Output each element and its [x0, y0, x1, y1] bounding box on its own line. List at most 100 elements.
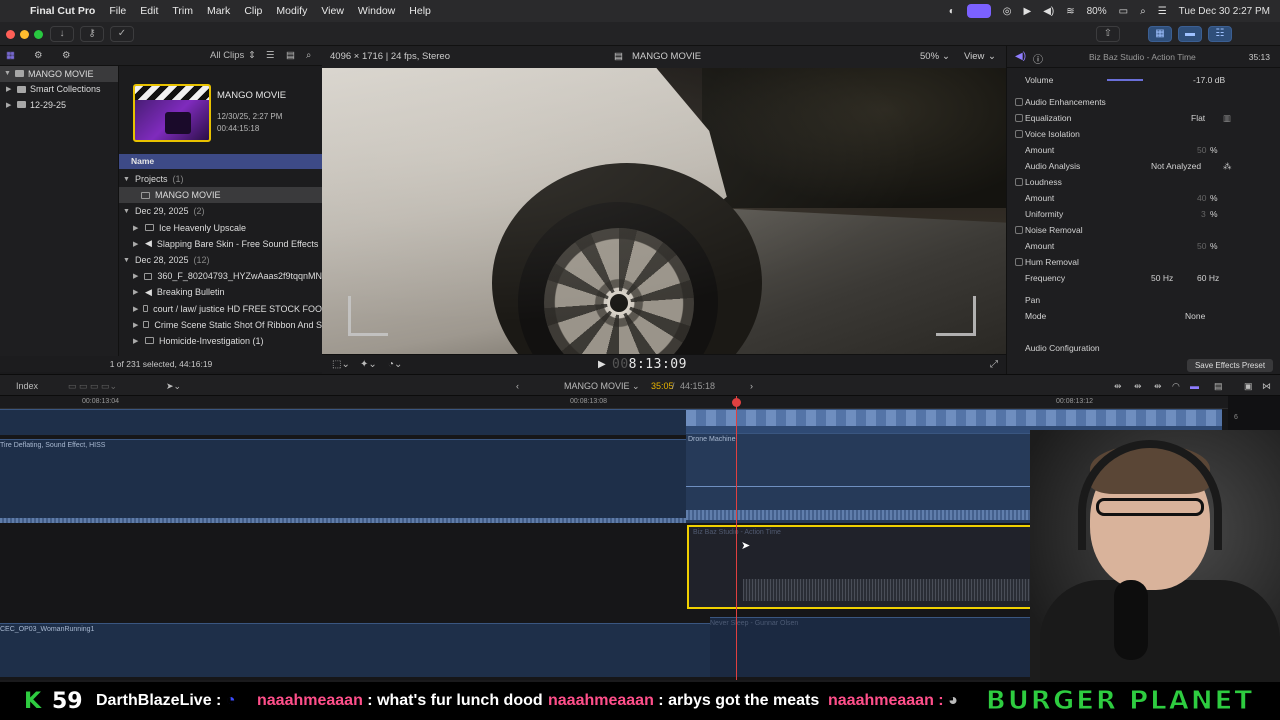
- zoom-chevron-icon[interactable]: ⌄: [942, 51, 950, 62]
- list-item[interactable]: ▶ 360_F_80204793_HYZwAaas2f9tqqnMN: [119, 268, 322, 284]
- snapping-icon[interactable]: ▬: [1190, 381, 1199, 391]
- group-dec-29[interactable]: ▼ Dec 29, 2025 (2): [119, 203, 322, 219]
- loudness-amount-value[interactable]: 40: [1197, 193, 1206, 203]
- disclosure-open-icon[interactable]: ▼: [4, 70, 11, 77]
- noise-amount-value[interactable]: 50: [1197, 241, 1206, 251]
- volume-icon[interactable]: ◀): [1043, 6, 1054, 17]
- titles-icon[interactable]: ⚙: [62, 50, 71, 61]
- timecode-display[interactable]: 008:13:09: [612, 357, 687, 372]
- transform-icon[interactable]: ⬚⌄: [332, 359, 350, 370]
- disclosure-closed-icon[interactable]: ▶: [133, 272, 139, 280]
- magic-wand-icon[interactable]: ⁂: [1223, 161, 1232, 172]
- select-tool-icon[interactable]: ➤⌄: [166, 381, 181, 392]
- project-chevron-icon[interactable]: ⌄: [632, 381, 640, 392]
- effects-browser-icon[interactable]: ▣: [1244, 381, 1253, 392]
- disclosure-open-icon[interactable]: ▼: [123, 176, 130, 183]
- timeline-index-button[interactable]: Index: [16, 381, 38, 391]
- disclosure-closed-icon[interactable]: ▶: [133, 240, 140, 248]
- menu-file[interactable]: File: [109, 5, 126, 17]
- disclosure-open-icon[interactable]: ▼: [123, 257, 130, 264]
- disclosure-closed-icon[interactable]: ▶: [133, 305, 138, 313]
- battery-icon[interactable]: ▭: [1119, 6, 1128, 17]
- timeline-layout-button[interactable]: ▬: [1178, 26, 1202, 42]
- list-item[interactable]: ▶ ◀ Breaking Bulletin: [119, 284, 322, 300]
- timeline-ruler[interactable]: 00:08:13:04 00:08:13:08 00:08:13:12: [0, 396, 1228, 409]
- list-item[interactable]: ▶ Crime Scene Static Shot Of Ribbon And …: [119, 317, 322, 333]
- solo-icon[interactable]: ⇹: [1154, 381, 1162, 392]
- screen-record-icon[interactable]: ◐: [949, 6, 955, 17]
- hum-removal-checkbox[interactable]: [1015, 258, 1023, 266]
- freq-50-radio[interactable]: 50 Hz: [1151, 273, 1173, 283]
- view-chevron-icon[interactable]: ⌄: [988, 51, 996, 62]
- zoom-window-button[interactable]: [34, 30, 43, 39]
- edit-tools-icons[interactable]: ▭ ▭ ▭ ▭⌄: [68, 381, 117, 392]
- close-window-button[interactable]: [6, 30, 15, 39]
- disclosure-closed-icon[interactable]: ▶: [133, 224, 140, 232]
- volume-slider[interactable]: [1107, 79, 1143, 81]
- voice-amount-value[interactable]: 50: [1197, 145, 1206, 155]
- disclosure-open-icon[interactable]: ▼: [123, 208, 130, 215]
- zoom-dropdown[interactable]: 50%: [920, 51, 939, 62]
- project-thumbnail[interactable]: [133, 84, 211, 142]
- pan-mode-popup[interactable]: None: [1185, 311, 1205, 321]
- disclosure-closed-icon[interactable]: ▶: [133, 337, 140, 345]
- playhead-handle[interactable]: [732, 398, 741, 407]
- minimize-window-button[interactable]: [20, 30, 29, 39]
- list-item[interactable]: MANGO MOVIE: [119, 187, 322, 204]
- audio-enhancements-checkbox[interactable]: [1015, 98, 1023, 106]
- browser-layout-button[interactable]: ▦: [1148, 26, 1172, 42]
- timeline-back-icon[interactable]: ‹: [516, 381, 519, 391]
- group-projects[interactable]: ▼ Projects (1): [119, 171, 322, 187]
- save-effects-preset-button[interactable]: Save Effects Preset: [1187, 359, 1273, 372]
- play-icon[interactable]: ▶: [1023, 6, 1031, 17]
- globe-icon[interactable]: ◎: [1003, 6, 1012, 17]
- list-view-icon[interactable]: ☰: [266, 50, 275, 61]
- woman-running-clip[interactable]: CEC_OP03_WomanRunning1: [0, 623, 710, 677]
- event-12-29-25[interactable]: ▶ 12-29-25: [0, 97, 118, 113]
- skimming-icon[interactable]: ⇹: [1114, 381, 1122, 392]
- menu-window[interactable]: Window: [358, 5, 395, 17]
- wifi-icon[interactable]: ≋: [1066, 6, 1074, 17]
- eq-popup[interactable]: Flat: [1191, 113, 1205, 123]
- audio-inspector-tab-icon[interactable]: ◀): [1015, 51, 1026, 62]
- play-button[interactable]: ▶: [598, 359, 606, 370]
- list-item[interactable]: ▶ Homicide-Investigation (1): [119, 333, 322, 349]
- name-column-header[interactable]: Name: [119, 154, 322, 169]
- menu-view[interactable]: View: [321, 5, 344, 17]
- view-dropdown[interactable]: View: [964, 51, 984, 62]
- info-inspector-tab-icon[interactable]: ⓘ: [1033, 51, 1043, 66]
- disclosure-closed-icon[interactable]: ▶: [6, 101, 13, 109]
- import-button[interactable]: ↓: [50, 26, 74, 42]
- timeline-project-dropdown[interactable]: MANGO MOVIE: [564, 381, 630, 391]
- smart-collections[interactable]: ▶ Smart Collections: [0, 82, 118, 98]
- fullscreen-icon[interactable]: ⤢: [990, 359, 998, 370]
- uniformity-value[interactable]: 3: [1201, 209, 1206, 219]
- menu-trim[interactable]: Trim: [172, 5, 193, 17]
- clip-appearance-icon[interactable]: ▤: [286, 50, 295, 61]
- transitions-icon[interactable]: ⋈: [1262, 381, 1271, 392]
- headphones-icon[interactable]: ◠: [1172, 381, 1180, 392]
- volume-value[interactable]: -17.0 dB: [1193, 75, 1225, 85]
- timeline-forward-icon[interactable]: ›: [750, 381, 753, 391]
- disclosure-closed-icon[interactable]: ▶: [6, 85, 13, 93]
- voice-isolation-checkbox[interactable]: [1015, 130, 1023, 138]
- disclosure-closed-icon[interactable]: ▶: [133, 288, 140, 296]
- timeline-clip[interactable]: [0, 409, 686, 435]
- menu-clip[interactable]: Clip: [244, 5, 262, 17]
- clock[interactable]: Tue Dec 30 2:27 PM: [1179, 6, 1270, 17]
- clip-appearance-icon[interactable]: ▤: [1214, 381, 1223, 392]
- freq-60-radio[interactable]: 60 Hz: [1197, 273, 1219, 283]
- keyword-button[interactable]: ⚷: [80, 26, 104, 42]
- battery-percent[interactable]: 80%: [1087, 6, 1107, 17]
- libraries-icon[interactable]: ▦: [6, 50, 15, 61]
- menu-edit[interactable]: Edit: [140, 5, 158, 17]
- list-item[interactable]: ▶ Ice Heavenly Upscale: [119, 220, 322, 236]
- app-menu[interactable]: Final Cut Pro: [30, 5, 95, 17]
- disclosure-closed-icon[interactable]: ▶: [133, 321, 138, 329]
- share-button[interactable]: ⇧: [1096, 26, 1120, 42]
- retime-icon[interactable]: ◔⌄: [388, 359, 402, 370]
- photos-icon[interactable]: ⚙: [34, 50, 43, 61]
- inspector-layout-button[interactable]: ☷: [1208, 26, 1232, 42]
- menu-mark[interactable]: Mark: [207, 5, 230, 17]
- action-time-clip-selected[interactable]: Biz Baz Studio - Action Time: [687, 525, 1087, 609]
